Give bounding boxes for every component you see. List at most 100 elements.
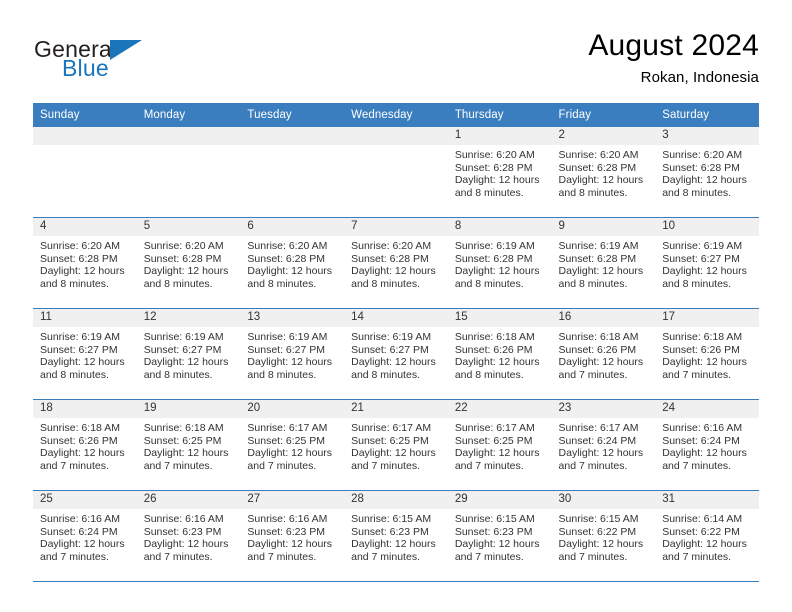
sunrise-time: Sunrise: 6:18 AM bbox=[662, 331, 743, 343]
calendar-day-cell[interactable]: 17 Sunrise: 6:18 AM Sunset: 6:26 PM Dayligh… bbox=[655, 308, 759, 400]
day-number bbox=[33, 127, 137, 145]
daylight-duration-line1: Daylight: 12 hours bbox=[558, 538, 644, 551]
day-number bbox=[136, 127, 241, 145]
calendar-day-cell[interactable]: 1 Sunrise: 6:20 AM Sunset: 6:28 PM Daylight… bbox=[447, 127, 552, 218]
calendar-day-cell[interactable]: 19 Sunrise: 6:18 AM Sunset: 6:25 PM Dayligh… bbox=[136, 399, 241, 491]
sunset-time: Sunset: 6:28 PM bbox=[247, 252, 326, 265]
calendar-day-cell[interactable]: 27 Sunrise: 6:16 AM Sunset: 6:23 PM Dayligh… bbox=[240, 490, 345, 582]
sunset-time: Sunset: 6:27 PM bbox=[351, 343, 429, 356]
daylight-duration-line1: Daylight: 12 hours bbox=[662, 447, 747, 460]
calendar-day-cell[interactable]: 30 Sunrise: 6:15 AM Sunset: 6:22 PM Dayligh… bbox=[551, 490, 656, 582]
daylight-duration-line1: Daylight: 12 hours bbox=[247, 538, 333, 551]
calendar-day-cell[interactable]: 22 Sunrise: 6:17 AM Sunset: 6:25 PM Dayligh… bbox=[447, 399, 552, 491]
daylight-duration-line2: and 7 minutes. bbox=[454, 550, 524, 563]
title-block: August 2024 Rokan, Indonesia bbox=[588, 28, 759, 89]
calendar-day-cell[interactable]: 25 Sunrise: 6:16 AM Sunset: 6:24 PM Dayligh… bbox=[33, 490, 137, 582]
day-details: Sunrise: 6:18 AM Sunset: 6:25 PM Daylight:… bbox=[137, 418, 241, 472]
sunrise-time: Sunrise: 6:20 AM bbox=[454, 149, 535, 161]
calendar-day-cell[interactable]: 6 Sunrise: 6:20 AM Sunset: 6:28 PM Daylight… bbox=[240, 217, 345, 309]
calendar-day-cell[interactable]: 16 Sunrise: 6:18 AM Sunset: 6:26 PM Dayligh… bbox=[551, 308, 656, 400]
sunrise-time: Sunrise: 6:16 AM bbox=[40, 513, 120, 525]
calendar-day-cell[interactable]: 5 Sunrise: 6:20 AM Sunset: 6:28 PM Daylight… bbox=[136, 217, 241, 309]
daylight-duration-line2: and 8 minutes. bbox=[143, 277, 213, 290]
daylight-duration-line2: and 7 minutes. bbox=[351, 459, 420, 472]
sunset-time: Sunset: 6:28 PM bbox=[454, 252, 533, 265]
calendar-day-cell[interactable]: 11 Sunrise: 6:19 AM Sunset: 6:27 PM Dayligh… bbox=[33, 308, 137, 400]
sunset-time: Sunset: 6:27 PM bbox=[662, 252, 740, 265]
sunrise-time: Sunrise: 6:20 AM bbox=[247, 240, 328, 252]
day-number: 16 bbox=[551, 309, 656, 327]
day-details: Sunrise: 6:16 AM Sunset: 6:23 PM Daylight:… bbox=[137, 509, 241, 563]
day-details: Sunrise: 6:19 AM Sunset: 6:28 PM Daylight:… bbox=[552, 236, 656, 290]
weekday-header-monday: Monday bbox=[136, 103, 241, 127]
sunrise-time: Sunrise: 6:16 AM bbox=[662, 422, 743, 434]
calendar-day-cell[interactable]: 21 Sunrise: 6:17 AM Sunset: 6:25 PM Dayligh… bbox=[344, 399, 448, 491]
sunrise-time: Sunrise: 6:15 AM bbox=[558, 513, 639, 525]
daylight-duration-line1: Daylight: 12 hours bbox=[40, 538, 125, 551]
daylight-duration-line1: Daylight: 12 hours bbox=[143, 538, 229, 551]
daylight-duration-line2: and 8 minutes. bbox=[662, 277, 732, 290]
calendar-day-cell[interactable]: 14 Sunrise: 6:19 AM Sunset: 6:27 PM Dayligh… bbox=[344, 308, 448, 400]
sunrise-time: Sunrise: 6:19 AM bbox=[454, 240, 535, 252]
sunset-time: Sunset: 6:26 PM bbox=[558, 343, 637, 356]
sunrise-time: Sunrise: 6:16 AM bbox=[143, 513, 224, 525]
sunset-time: Sunset: 6:23 PM bbox=[454, 525, 533, 538]
sunset-time: Sunset: 6:25 PM bbox=[454, 434, 533, 447]
calendar-day-cell[interactable]: 12 Sunrise: 6:19 AM Sunset: 6:27 PM Dayligh… bbox=[136, 308, 241, 400]
calendar-day-cell[interactable]: 2 Sunrise: 6:20 AM Sunset: 6:28 PM Daylight… bbox=[551, 127, 656, 218]
day-details: Sunrise: 6:19 AM Sunset: 6:28 PM Daylight:… bbox=[448, 236, 552, 290]
sunset-time: Sunset: 6:25 PM bbox=[351, 434, 429, 447]
calendar-day-cell[interactable]: 29 Sunrise: 6:15 AM Sunset: 6:23 PM Dayligh… bbox=[447, 490, 552, 582]
daylight-duration-line1: Daylight: 12 hours bbox=[662, 174, 747, 187]
calendar-day-cell[interactable]: 4 Sunrise: 6:20 AM Sunset: 6:28 PM Daylight… bbox=[33, 217, 137, 309]
day-number: 31 bbox=[655, 491, 759, 509]
day-number: 30 bbox=[551, 491, 656, 509]
day-details: Sunrise: 6:19 AM Sunset: 6:27 PM Daylight:… bbox=[655, 236, 759, 290]
day-number: 29 bbox=[447, 491, 552, 509]
day-number: 20 bbox=[240, 400, 345, 418]
day-number: 28 bbox=[344, 491, 448, 509]
daylight-duration-line1: Daylight: 12 hours bbox=[351, 356, 436, 369]
calendar-day-cell[interactable]: 26 Sunrise: 6:16 AM Sunset: 6:23 PM Dayligh… bbox=[136, 490, 241, 582]
daylight-duration-line2: and 7 minutes. bbox=[143, 459, 213, 472]
sunset-time: Sunset: 6:28 PM bbox=[40, 252, 118, 265]
calendar-day-cell[interactable]: 9 Sunrise: 6:19 AM Sunset: 6:28 PM Daylight… bbox=[551, 217, 656, 309]
day-number: 22 bbox=[447, 400, 552, 418]
general-blue-logo[interactable]: General Blue bbox=[34, 36, 234, 88]
day-number: 15 bbox=[447, 309, 552, 327]
day-details: Sunrise: 6:19 AM Sunset: 6:27 PM Daylight:… bbox=[33, 327, 137, 381]
sunrise-time: Sunrise: 6:18 AM bbox=[143, 422, 224, 434]
calendar-week-row: 1 Sunrise: 6:20 AM Sunset: 6:28 PM Daylight… bbox=[33, 127, 759, 218]
day-number: 5 bbox=[136, 218, 241, 236]
calendar-day-cell-empty bbox=[240, 127, 345, 218]
calendar-day-cell[interactable]: 31 Sunrise: 6:14 AM Sunset: 6:22 PM Dayligh… bbox=[655, 490, 759, 582]
calendar-day-cell[interactable]: 7 Sunrise: 6:20 AM Sunset: 6:28 PM Daylight… bbox=[344, 217, 448, 309]
day-details: Sunrise: 6:19 AM Sunset: 6:27 PM Daylight:… bbox=[137, 327, 241, 381]
day-details: Sunrise: 6:18 AM Sunset: 6:26 PM Daylight:… bbox=[448, 327, 552, 381]
daylight-duration-line2: and 8 minutes. bbox=[454, 368, 524, 381]
calendar-day-cell[interactable]: 20 Sunrise: 6:17 AM Sunset: 6:25 PM Dayligh… bbox=[240, 399, 345, 491]
calendar-day-cell[interactable]: 13 Sunrise: 6:19 AM Sunset: 6:27 PM Dayligh… bbox=[240, 308, 345, 400]
calendar-day-cell[interactable]: 18 Sunrise: 6:18 AM Sunset: 6:26 PM Dayligh… bbox=[33, 399, 137, 491]
calendar-day-cell[interactable]: 24 Sunrise: 6:16 AM Sunset: 6:24 PM Dayligh… bbox=[655, 399, 759, 491]
weekday-header-row: Sunday Monday Tuesday Wednesday Thursday… bbox=[33, 103, 759, 127]
weekday-header-saturday: Saturday bbox=[655, 103, 759, 127]
day-number: 23 bbox=[551, 400, 656, 418]
daylight-duration-line2: and 7 minutes. bbox=[351, 550, 420, 563]
calendar-day-cell[interactable]: 10 Sunrise: 6:19 AM Sunset: 6:27 PM Dayligh… bbox=[655, 217, 759, 309]
daylight-duration-line1: Daylight: 12 hours bbox=[454, 447, 540, 460]
calendar-day-cell[interactable]: 8 Sunrise: 6:19 AM Sunset: 6:28 PM Daylight… bbox=[447, 217, 552, 309]
calendar-day-cell[interactable]: 3 Sunrise: 6:20 AM Sunset: 6:28 PM Daylight… bbox=[655, 127, 759, 218]
sunrise-time: Sunrise: 6:16 AM bbox=[247, 513, 328, 525]
daylight-duration-line1: Daylight: 12 hours bbox=[454, 538, 540, 551]
daylight-duration-line2: and 7 minutes. bbox=[558, 550, 628, 563]
calendar-day-cell-empty bbox=[33, 127, 137, 218]
daylight-duration-line1: Daylight: 12 hours bbox=[40, 265, 125, 278]
day-number: 11 bbox=[33, 309, 137, 327]
calendar-day-cell[interactable]: 15 Sunrise: 6:18 AM Sunset: 6:26 PM Dayligh… bbox=[447, 308, 552, 400]
calendar-day-cell[interactable]: 28 Sunrise: 6:15 AM Sunset: 6:23 PM Dayligh… bbox=[344, 490, 448, 582]
day-number: 19 bbox=[136, 400, 241, 418]
day-details: Sunrise: 6:20 AM Sunset: 6:28 PM Daylight:… bbox=[137, 236, 241, 290]
calendar-day-cell[interactable]: 23 Sunrise: 6:17 AM Sunset: 6:24 PM Dayligh… bbox=[551, 399, 656, 491]
day-details: Sunrise: 6:15 AM Sunset: 6:23 PM Daylight:… bbox=[344, 509, 448, 563]
